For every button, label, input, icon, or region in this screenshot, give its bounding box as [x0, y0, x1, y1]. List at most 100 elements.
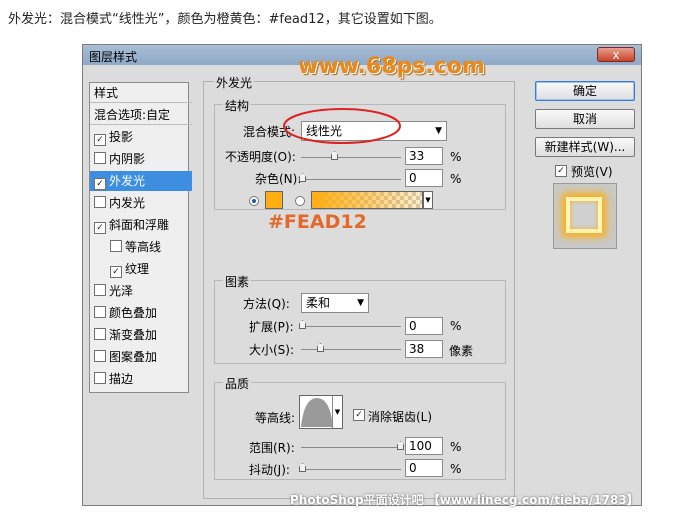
jitter-slider-handle[interactable] [299, 463, 306, 472]
contour-picker[interactable]: ▼ [299, 395, 343, 429]
sidebar-item-color-overlay[interactable]: 颜色叠加 [90, 303, 192, 323]
gradient-dropdown-icon[interactable]: ▼ [423, 191, 433, 209]
checkbox[interactable] [94, 306, 106, 318]
noise-slider-track[interactable] [301, 179, 401, 180]
checkbox[interactable]: ✓ [94, 178, 106, 190]
checkbox[interactable]: ✓ [110, 266, 122, 278]
checkbox[interactable] [94, 196, 106, 208]
preview-glow-square [566, 197, 602, 233]
dialog-title: 图层样式 [89, 50, 138, 64]
method-value: 柔和 [306, 296, 331, 310]
range-label: 范围(R): [249, 441, 295, 455]
checkbox[interactable]: ✓ [94, 222, 106, 234]
sidebar-item-label: 投影 [109, 130, 134, 144]
sidebar-item-label: 等高线 [125, 240, 162, 254]
dropdown-arrow-icon: ▼ [357, 298, 364, 308]
preview-checkbox[interactable]: ✓ [555, 165, 567, 177]
opacity-label: 不透明度(O): [225, 150, 296, 164]
sidebar-item-pattern-overlay[interactable]: 图案叠加 [90, 347, 192, 367]
sidebar-item-inner-glow[interactable]: 内发光 [90, 193, 192, 213]
antialias-checkbox[interactable]: ✓ [353, 409, 365, 421]
sidebar-item-label: 描边 [109, 372, 134, 386]
sidebar-item-label: 图案叠加 [109, 350, 158, 364]
sidebar-item-label: 光泽 [109, 284, 134, 298]
sidebar-item-label: 内发光 [109, 196, 146, 210]
glow-color-swatch[interactable] [265, 191, 283, 209]
size-slider-track[interactable] [301, 349, 401, 350]
sidebar-item-label: 外发光 [109, 174, 146, 188]
sidebar-item-contour[interactable]: 等高线 [90, 237, 208, 257]
blend-options-item[interactable]: 混合选项:自定 [90, 105, 192, 125]
bottom-watermark: PhotoShop平面设计吧 【www.linecg.com/tieba/178… [290, 493, 639, 507]
sidebar-item-label: 颜色叠加 [109, 306, 158, 320]
color-annotation: #FEAD12 [268, 211, 367, 233]
opacity-input[interactable]: 33 [405, 147, 443, 165]
jitter-slider-track[interactable] [301, 469, 401, 470]
style-preview-thumbnail [553, 183, 617, 249]
structure-title: 结构 [223, 97, 252, 114]
opacity-slider-track[interactable] [301, 157, 401, 158]
size-unit: 像素 [449, 344, 474, 358]
noise-unit: % [450, 172, 462, 186]
range-unit: % [450, 440, 462, 454]
sidebar-item-label: 渐变叠加 [109, 328, 158, 342]
jitter-input[interactable]: 0 [405, 459, 443, 477]
sidebar-item-inner-shadow[interactable]: 内阴影 [90, 149, 192, 169]
spread-slider-track[interactable] [301, 326, 401, 327]
checkbox[interactable] [94, 328, 106, 340]
sidebar-item-satin[interactable]: 光泽 [90, 281, 192, 301]
sidebar-item-texture[interactable]: ✓ 纹理 [90, 259, 208, 279]
checkbox[interactable] [94, 284, 106, 296]
gradient-radio[interactable] [295, 196, 305, 206]
site-watermark: www.68ps.com [298, 54, 485, 79]
sidebar-item-bevel-emboss[interactable]: ✓ 斜面和浮雕 [90, 215, 192, 235]
close-button[interactable]: x [597, 47, 635, 62]
antialias-label: 消除锯齿(L) [368, 410, 433, 424]
quality-group: 品质 等高线: ▼ ✓ 消除锯齿(L) 范围(R): 100 % 抖动(J): … [214, 375, 506, 480]
checkbox[interactable] [94, 350, 106, 362]
sidebar-item-label: 内阴影 [109, 152, 146, 166]
sidebar-item-gradient-overlay[interactable]: 渐变叠加 [90, 325, 192, 345]
panel-title: 外发光 [214, 74, 255, 91]
styles-header[interactable]: 样式 [90, 83, 192, 103]
jitter-unit: % [450, 462, 462, 476]
caption-text: 外发光：混合模式“线性光”，颜色为橙黄色：#fead12，其它设置如下图。 [8, 12, 442, 27]
preview-label: 预览(V) [571, 165, 613, 179]
ok-button[interactable]: 确定 [535, 81, 635, 101]
highlight-ellipse-icon [283, 108, 401, 144]
method-select[interactable]: 柔和 ▼ [301, 293, 369, 313]
quality-title: 品质 [223, 375, 252, 392]
sidebar-item-drop-shadow[interactable]: ✓ 投影 [90, 127, 192, 147]
opacity-unit: % [450, 150, 462, 164]
noise-input[interactable]: 0 [405, 169, 443, 187]
contour-label: 等高线: [255, 411, 296, 425]
new-style-button[interactable]: 新建样式(W)... [535, 137, 635, 157]
size-label: 大小(S): [249, 343, 295, 357]
cancel-button[interactable]: 取消 [535, 109, 635, 129]
contour-curve-icon [301, 398, 333, 427]
checkbox[interactable] [94, 372, 106, 384]
noise-label: 杂色(N): [255, 172, 302, 186]
size-input[interactable]: 38 [405, 340, 443, 358]
spread-input[interactable]: 0 [405, 317, 443, 335]
sidebar-item-outer-glow[interactable]: ✓ 外发光 [90, 171, 192, 191]
checkbox[interactable]: ✓ [94, 134, 106, 146]
contour-dropdown-icon[interactable]: ▼ [332, 396, 342, 428]
range-slider-track[interactable] [301, 447, 401, 448]
dropdown-arrow-icon: ▼ [435, 126, 442, 136]
sidebar-item-label: 纹理 [125, 262, 150, 276]
opacity-slider-handle[interactable] [331, 151, 338, 160]
size-slider-handle[interactable] [317, 343, 324, 352]
checkbox[interactable] [110, 240, 122, 252]
range-input[interactable]: 100 [405, 437, 443, 455]
method-label: 方法(Q): [243, 297, 290, 311]
spread-slider-handle[interactable] [299, 320, 306, 329]
gradient-preview[interactable] [311, 191, 423, 209]
range-slider-handle[interactable] [397, 441, 404, 450]
solid-color-radio[interactable] [249, 196, 259, 206]
sidebar-item-label: 斜面和浮雕 [109, 218, 170, 232]
checkbox[interactable] [94, 152, 106, 164]
spread-label: 扩展(P): [249, 320, 294, 334]
sidebar-item-stroke[interactable]: 描边 [90, 369, 192, 389]
jitter-label: 抖动(J): [249, 463, 290, 477]
